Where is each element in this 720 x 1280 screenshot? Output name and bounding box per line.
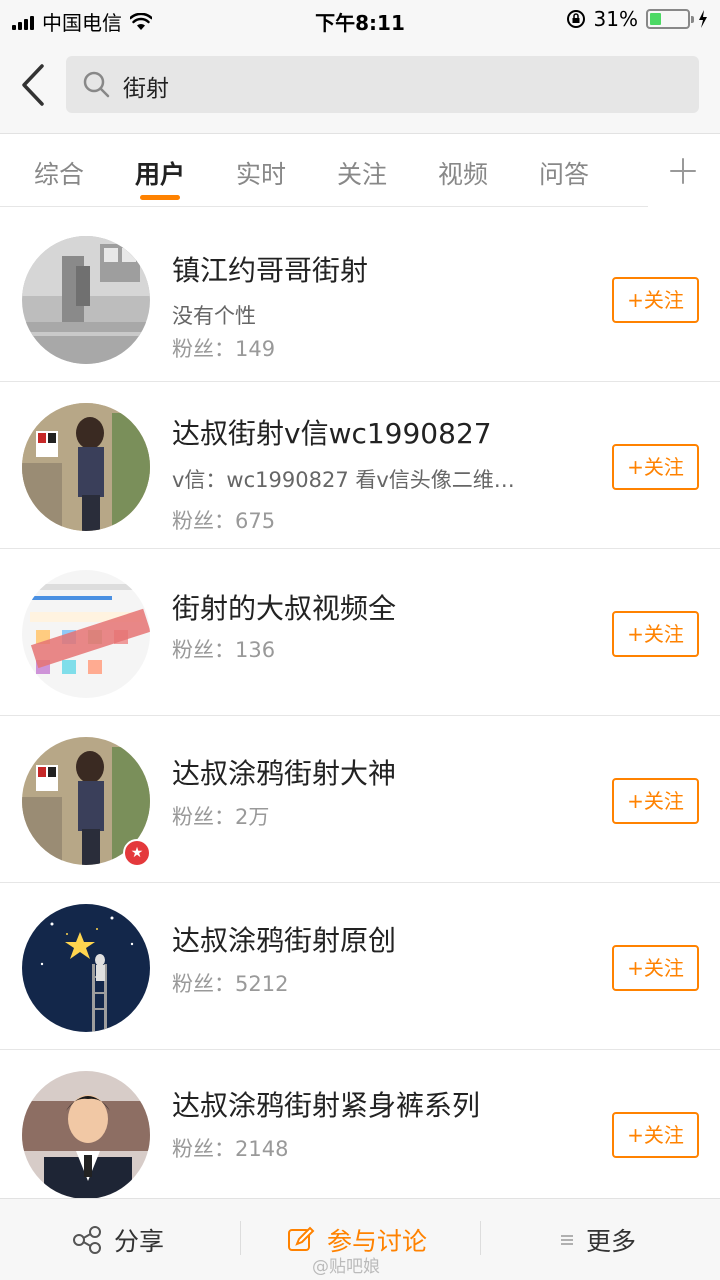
battery-percent: 31% <box>593 7 638 31</box>
user-row[interactable]: 街射的大叔视频全 粉丝：136 +关注 <box>0 549 720 716</box>
tab-qa[interactable]: 问答 <box>529 155 599 191</box>
avatar[interactable] <box>22 570 150 698</box>
tab-following[interactable]: 关注 <box>327 155 397 191</box>
user-fans: 粉丝：675 <box>172 509 276 533</box>
search-query: 街射 <box>123 76 169 102</box>
edit-icon <box>288 1226 315 1251</box>
share-button[interactable]: 分享 <box>72 1199 164 1280</box>
back-button[interactable] <box>14 62 54 108</box>
tab-users[interactable]: 用户 <box>125 155 195 191</box>
user-row[interactable]: ★ 达叔涂鸦街射大神 粉丝：2万 +关注 <box>0 716 720 883</box>
watermark: @贴吧娘 <box>312 1257 380 1277</box>
tab-realtime[interactable]: 实时 <box>226 155 296 191</box>
user-name[interactable]: 达叔涂鸦街射紧身裤系列 <box>172 1084 480 1124</box>
user-name[interactable]: 达叔涂鸦街射原创 <box>172 919 396 959</box>
follow-button[interactable]: +关注 <box>612 945 699 991</box>
battery-icon <box>646 9 694 29</box>
share-icon <box>73 1226 101 1254</box>
status-bar: 中国电信 下午8:11 31% <box>0 0 720 38</box>
rotation-lock-icon <box>566 10 585 28</box>
add-tab-icon[interactable] <box>663 151 703 191</box>
status-right: 31% <box>566 7 708 31</box>
follow-button[interactable]: +关注 <box>612 778 699 824</box>
user-fans: 粉丝：149 <box>172 337 276 361</box>
avatar[interactable] <box>22 403 150 531</box>
user-name[interactable]: 达叔街射v信wc1990827 <box>172 412 492 452</box>
user-name[interactable]: 达叔涂鸦街射大神 <box>172 752 396 792</box>
more-button[interactable]: 更多 <box>560 1199 636 1280</box>
active-tab-indicator <box>140 195 180 200</box>
follow-button[interactable]: +关注 <box>612 1112 699 1158</box>
user-fans: 粉丝：2148 <box>172 1137 289 1161</box>
verified-badge-icon: ★ <box>123 839 151 867</box>
battery-fill <box>650 13 662 25</box>
charging-icon <box>699 10 707 28</box>
user-name[interactable]: 镇江约哥哥街射 <box>172 249 368 289</box>
search-icon <box>83 71 110 98</box>
avatar[interactable] <box>22 904 150 1032</box>
share-label: 分享 <box>114 1227 165 1256</box>
toolbar-divider <box>240 1221 241 1255</box>
user-fans: 粉丝：5212 <box>172 972 289 996</box>
toolbar-divider <box>480 1221 481 1255</box>
tab-divider <box>0 206 648 207</box>
search-input[interactable]: 街射 <box>66 56 699 113</box>
tab-zonghe[interactable]: 综合 <box>24 155 94 191</box>
tab-video[interactable]: 视频 <box>428 155 498 191</box>
user-desc: v信：wc1990827 看v信头像二维… <box>172 468 515 492</box>
follow-button[interactable]: +关注 <box>612 277 699 323</box>
menu-icon <box>561 1235 573 1245</box>
user-fans: 粉丝：136 <box>172 638 276 662</box>
avatar[interactable] <box>22 1071 150 1199</box>
more-label: 更多 <box>586 1227 637 1256</box>
user-row[interactable]: 达叔涂鸦街射原创 粉丝：5212 +关注 <box>0 883 720 1050</box>
search-header: 街射 <box>0 38 720 134</box>
follow-button[interactable]: +关注 <box>612 444 699 490</box>
avatar[interactable] <box>22 236 150 364</box>
user-desc: 没有个性 <box>172 304 256 328</box>
user-row[interactable]: 达叔街射v信wc1990827 v信：wc1990827 看v信头像二维… 粉丝… <box>0 382 720 549</box>
user-row[interactable]: 镇江约哥哥街射 没有个性 粉丝：149 +关注 <box>0 215 720 382</box>
tab-bar: 综合 用户 实时 关注 视频 问答 <box>0 135 720 207</box>
user-row[interactable]: 达叔涂鸦街射紧身裤系列 粉丝：2148 +关注 <box>0 1050 720 1217</box>
user-list: 镇江约哥哥街射 没有个性 粉丝：149 +关注 达叔街射v信wc1990827 … <box>0 215 720 1217</box>
user-name[interactable]: 街射的大叔视频全 <box>172 587 396 627</box>
user-fans: 粉丝：2万 <box>172 805 270 829</box>
follow-button[interactable]: +关注 <box>612 611 699 657</box>
